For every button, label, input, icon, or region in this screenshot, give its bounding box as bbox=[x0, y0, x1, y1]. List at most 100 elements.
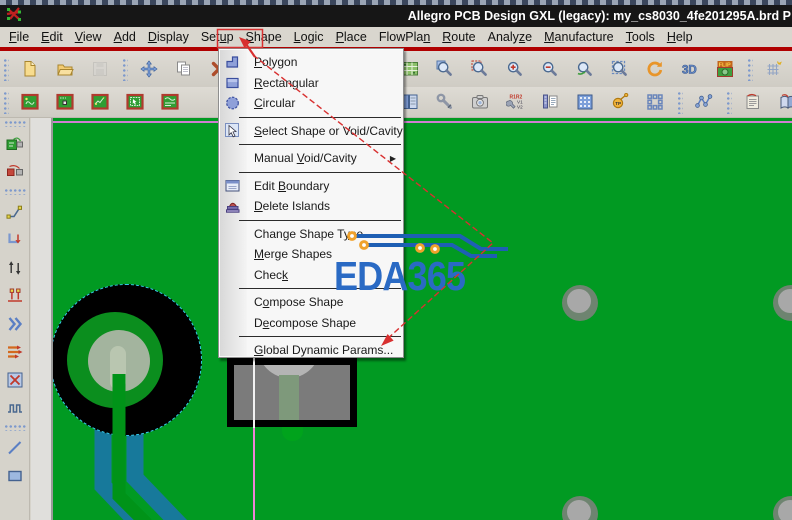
menu-view[interactable]: View bbox=[71, 29, 106, 45]
swap-grid-button[interactable] bbox=[641, 89, 669, 116]
menu-flowplan[interactable]: FlowPlan bbox=[375, 29, 434, 45]
menu-display[interactable]: Display bbox=[144, 29, 193, 45]
shape-add-button[interactable] bbox=[16, 89, 44, 116]
zoom-selection-button[interactable] bbox=[606, 56, 634, 83]
flip-board-button[interactable]: FLIP bbox=[711, 56, 739, 83]
pin-report-button[interactable] bbox=[536, 89, 564, 116]
pin-swap-button[interactable] bbox=[2, 283, 28, 308]
menu-analyze[interactable]: Analyze bbox=[484, 29, 536, 45]
menu-item-select-shape-or-void-cavity[interactable]: Select Shape or Void/Cavity bbox=[219, 121, 403, 142]
spread-voids-icon bbox=[6, 371, 24, 389]
toolbar-drag-handle[interactable] bbox=[3, 188, 26, 195]
zoom-selection-icon bbox=[611, 60, 629, 78]
menu-item-label: Global Dynamic Params... bbox=[254, 343, 394, 358]
menu-item-circular[interactable]: Circular bbox=[219, 93, 403, 114]
zoom-previous-button[interactable] bbox=[571, 56, 599, 83]
matrix-button[interactable] bbox=[571, 89, 599, 116]
library-icon bbox=[779, 93, 792, 111]
slide-button[interactable] bbox=[2, 199, 28, 224]
menu-item-polygon[interactable]: Polygon bbox=[219, 52, 403, 73]
rats-all-button[interactable] bbox=[2, 131, 28, 156]
view-3d-button[interactable]: 3D bbox=[676, 56, 704, 83]
shape-void-button[interactable] bbox=[51, 89, 79, 116]
toolbar-drag-handle[interactable] bbox=[676, 90, 683, 114]
zoom-out-button[interactable] bbox=[536, 56, 564, 83]
toolbar-drag-handle[interactable] bbox=[2, 90, 9, 114]
library-button[interactable] bbox=[774, 89, 792, 116]
move-button[interactable] bbox=[135, 56, 163, 83]
menu-manufacture[interactable]: Manufacture bbox=[540, 29, 618, 45]
menu-item-global-dynamic-params[interactable]: Global Dynamic Params... bbox=[219, 340, 403, 361]
menu-item-change-shape-type[interactable]: Change Shape Type bbox=[219, 224, 403, 245]
menu-item-manual-void-cavity[interactable]: Manual Void/Cavity ▶ bbox=[219, 148, 403, 169]
align-components-icon bbox=[6, 343, 24, 361]
snapshot-button[interactable] bbox=[466, 89, 494, 116]
rename-refdes-button[interactable]: R1R2 V1 V2 bbox=[501, 89, 529, 116]
pcb-canvas[interactable] bbox=[53, 118, 792, 520]
menu-item-label: Merge Shapes bbox=[254, 247, 333, 262]
menu-route[interactable]: Route bbox=[438, 29, 479, 45]
window-title: Allegro PCB Design GXL (legacy): my_cs80… bbox=[407, 9, 791, 23]
smd-pad-trace-stub bbox=[279, 375, 299, 420]
copper-trace-green[interactable] bbox=[53, 118, 792, 520]
spread-voids-button[interactable] bbox=[2, 367, 28, 392]
menu-item-edit-boundary[interactable]: Edit Boundary bbox=[219, 176, 403, 197]
blank-icon bbox=[196, 93, 214, 111]
menu-logic[interactable]: Logic bbox=[290, 29, 328, 45]
report-button[interactable] bbox=[739, 89, 767, 116]
spread-lines-icon bbox=[6, 315, 24, 333]
titlebar[interactable]: Allegro PCB Design GXL (legacy): my_cs80… bbox=[0, 5, 792, 27]
zoom-box-button[interactable] bbox=[466, 56, 494, 83]
toolbar-drag-handle[interactable] bbox=[121, 57, 128, 81]
delay-tune-button[interactable] bbox=[2, 255, 28, 280]
net-topology-button[interactable] bbox=[690, 89, 718, 116]
toolbar-drag-handle[interactable] bbox=[3, 120, 26, 127]
menu-item-label: Compose Shape bbox=[254, 295, 344, 310]
shape-merge-icon bbox=[161, 93, 179, 111]
testpoint-button[interactable]: TP bbox=[606, 89, 634, 116]
allegro-logo-icon bbox=[6, 6, 22, 27]
menu-file[interactable]: File bbox=[5, 29, 33, 45]
zoom-points-button[interactable] bbox=[431, 56, 459, 83]
no-icon bbox=[224, 266, 242, 284]
toolbar-drag-handle[interactable] bbox=[2, 57, 9, 81]
shape-select-button[interactable] bbox=[121, 89, 149, 116]
add-line-icon bbox=[6, 439, 24, 457]
grid-toggle-button[interactable] bbox=[760, 56, 788, 83]
smd-pad[interactable] bbox=[227, 358, 357, 427]
copy-icon bbox=[175, 60, 193, 78]
zoom-in-button[interactable] bbox=[501, 56, 529, 83]
unrats-all-button[interactable] bbox=[2, 159, 28, 184]
align-components-button[interactable] bbox=[2, 339, 28, 364]
testpoint-icon: TP bbox=[611, 92, 629, 111]
menu-edit[interactable]: Edit bbox=[37, 29, 67, 45]
menu-add[interactable]: Add bbox=[110, 29, 140, 45]
new-file-button[interactable] bbox=[16, 56, 44, 83]
menu-item-decompose-shape[interactable]: Decompose Shape bbox=[219, 313, 403, 334]
palette-gap bbox=[31, 118, 53, 520]
menu-separator bbox=[219, 217, 403, 224]
add-rect-button[interactable] bbox=[2, 463, 28, 488]
menu-shape[interactable]: Shape bbox=[242, 29, 286, 45]
fix-pin-button[interactable] bbox=[431, 89, 459, 116]
menu-item-delete-islands[interactable]: Delete Islands bbox=[219, 196, 403, 217]
toolbar-drag-handle[interactable] bbox=[746, 57, 753, 81]
copy-button[interactable] bbox=[170, 56, 198, 83]
toolbar-drag-handle[interactable] bbox=[3, 424, 26, 431]
menu-setup[interactable]: Setup bbox=[197, 29, 238, 45]
toolbar-drag-handle[interactable] bbox=[725, 90, 732, 114]
shape-merge-button[interactable] bbox=[156, 89, 184, 116]
pin-swap-icon bbox=[6, 287, 24, 305]
open-file-button[interactable] bbox=[51, 56, 79, 83]
spread-lines-button[interactable] bbox=[2, 311, 28, 336]
edit-vertex-button[interactable] bbox=[2, 227, 28, 252]
elongation-button[interactable] bbox=[2, 395, 28, 420]
redraw-button[interactable] bbox=[641, 56, 669, 83]
shape-edit-button[interactable] bbox=[86, 89, 114, 116]
menu-place[interactable]: Place bbox=[332, 29, 371, 45]
menu-item-rectangular[interactable]: Rectangular bbox=[219, 73, 403, 94]
add-line-button[interactable] bbox=[2, 435, 28, 460]
menu-tools[interactable]: Tools bbox=[622, 29, 659, 45]
select-shape-icon bbox=[224, 122, 242, 140]
menu-help[interactable]: Help bbox=[663, 29, 697, 45]
